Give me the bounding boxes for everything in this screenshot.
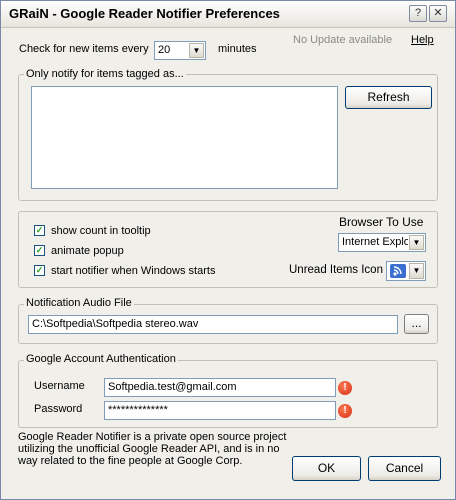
feed-icon <box>390 264 406 278</box>
browser-value: Internet Explo <box>342 236 408 248</box>
start-notifier-checkbox[interactable]: ✓ <box>34 265 45 276</box>
chevron-down-icon: ▼ <box>409 263 424 279</box>
animate-popup-checkbox[interactable]: ✓ <box>34 245 45 256</box>
show-count-label: show count in tooltip <box>51 225 151 237</box>
interval-unit-label: minutes <box>218 43 257 55</box>
chevron-down-icon: ▼ <box>409 235 424 250</box>
check-interval-select[interactable]: 20 ▼ <box>154 41 206 60</box>
password-label: Password <box>34 403 83 415</box>
window-title: GRaiN - Google Reader Notifier Preferenc… <box>9 6 280 21</box>
animate-popup-label: animate popup <box>51 245 124 257</box>
browser-select[interactable]: Internet Explo ▼ <box>338 233 426 252</box>
browser-label: Browser To Use <box>339 215 424 229</box>
show-count-checkbox[interactable]: ✓ <box>34 225 45 236</box>
account-legend: Google Account Authentication <box>24 353 178 365</box>
audio-file-input[interactable]: C:\Softpedia\Softpedia stereo.wav <box>28 315 398 334</box>
close-title-button[interactable]: ✕ <box>429 5 447 22</box>
title-bar: GRaiN - Google Reader Notifier Preferenc… <box>1 1 455 28</box>
username-label: Username <box>34 380 85 392</box>
username-input[interactable]: Softpedia.test@gmail.com <box>104 378 336 397</box>
unread-icon-select[interactable]: ▼ <box>386 261 426 281</box>
disclaimer-text: Google Reader Notifier is a private open… <box>18 431 287 467</box>
error-icon: ! <box>338 404 352 418</box>
error-icon: ! <box>338 381 352 395</box>
cancel-button[interactable]: Cancel <box>368 456 441 481</box>
help-title-button[interactable]: ? <box>409 5 427 22</box>
chevron-down-icon: ▼ <box>189 43 204 58</box>
ok-button[interactable]: OK <box>292 456 361 481</box>
preferences-window: GRaiN - Google Reader Notifier Preferenc… <box>0 0 456 500</box>
browse-audio-button[interactable]: ... <box>404 314 429 334</box>
check-interval-value: 20 <box>158 44 171 56</box>
start-notifier-label: start notifier when Windows starts <box>51 265 216 277</box>
unread-icon-label: Unread Items Icon <box>289 264 383 276</box>
tags-legend: Only notify for items tagged as... <box>24 68 186 80</box>
help-link[interactable]: Help <box>411 34 434 46</box>
audio-legend: Notification Audio File <box>24 297 134 309</box>
password-input[interactable]: ************** <box>104 401 336 420</box>
refresh-button[interactable]: Refresh <box>345 86 432 109</box>
check-interval-label: Check for new items every <box>19 43 149 55</box>
tags-list[interactable] <box>31 86 338 189</box>
update-status: No Update available <box>293 34 393 46</box>
